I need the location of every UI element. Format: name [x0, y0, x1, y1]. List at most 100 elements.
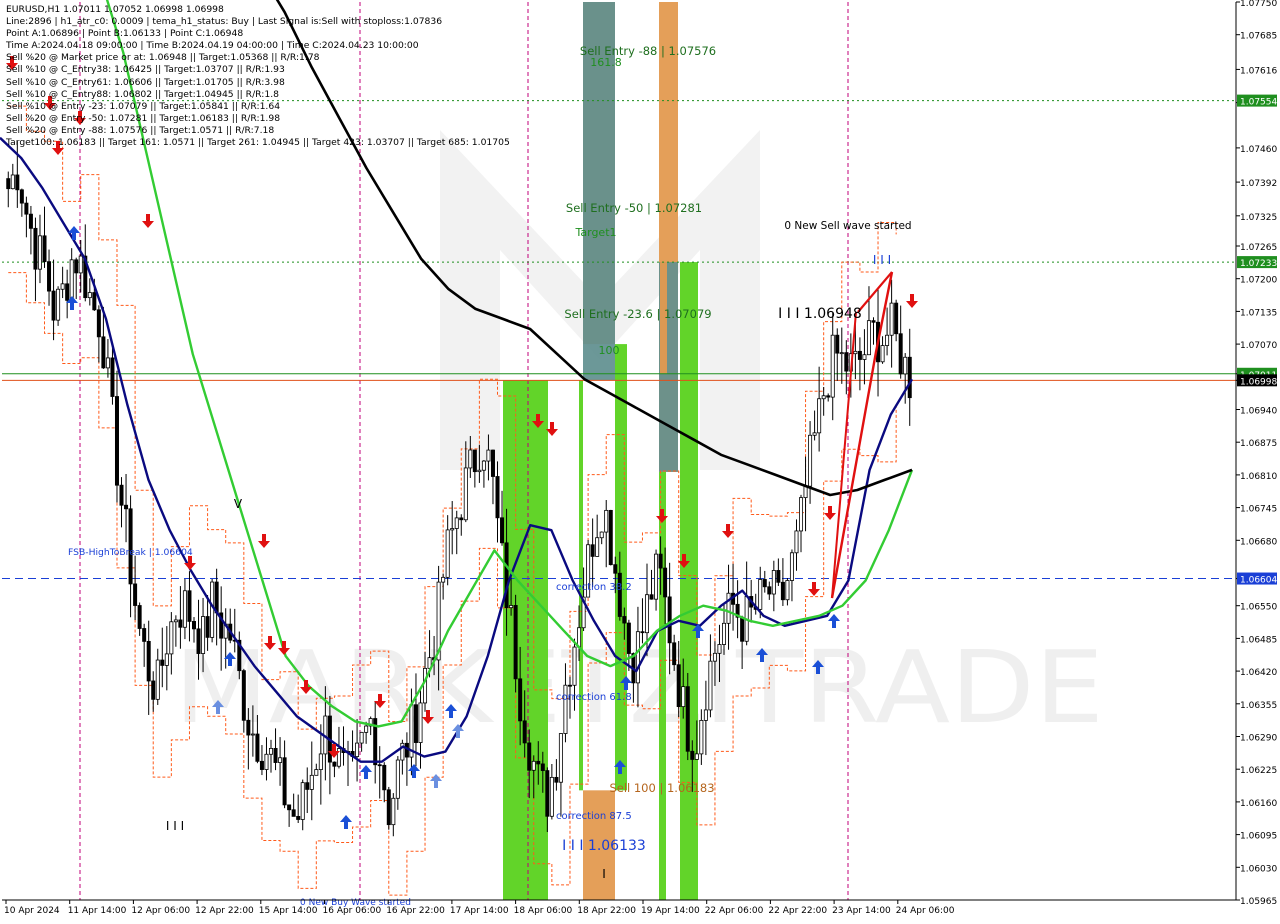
bear-candle: [518, 678, 523, 722]
bear-candle: [110, 357, 115, 397]
bear-candle: [178, 619, 183, 628]
bear-candle: [857, 350, 862, 360]
bull-candle: [604, 509, 609, 533]
bear-candle: [590, 544, 595, 557]
time-tick-label: 18 Apr 06:00: [514, 906, 573, 916]
time-tick-label: 12 Apr 06:00: [131, 906, 190, 916]
bull-candle: [853, 350, 858, 355]
bull-candle: [423, 667, 428, 704]
bear-candle: [685, 686, 690, 752]
time-tick-label: 17 Apr 14:00: [450, 906, 509, 916]
bear-candle: [649, 594, 654, 600]
price-tick-label: 1.06420: [1240, 668, 1277, 678]
bull-candle: [803, 485, 808, 499]
bull-candle: [558, 733, 563, 783]
bear-candle: [287, 804, 292, 811]
bull-candle: [318, 753, 323, 770]
bear-candle: [33, 227, 38, 270]
bear-candle: [305, 782, 310, 790]
bear-candle: [622, 616, 627, 624]
bull-candle: [821, 395, 826, 400]
bull-candle: [418, 702, 423, 743]
bull-candle: [182, 590, 187, 628]
chart-annotation: correction 87.5: [556, 811, 632, 822]
bull-candle: [799, 497, 804, 532]
info-line: Time A:2024.04.18 09:00:00 | Time B:2024…: [6, 40, 419, 52]
price-tick-label: 1.07460: [1240, 145, 1277, 155]
bull-candle: [78, 255, 83, 274]
bull-candle: [155, 659, 160, 700]
bear-candle: [780, 581, 785, 601]
bull-candle: [722, 622, 727, 645]
bull-candle: [264, 753, 269, 770]
time-tick-label: 22 Apr 06:00: [705, 906, 764, 916]
info-line: Point A:1.06896 | Point B:1.06133 | Poin…: [6, 28, 244, 40]
price-tick-label: 1.07616: [1240, 66, 1277, 76]
price-tick-label: 1.06030: [1240, 864, 1277, 874]
chart-annotation: Sell Entry -50 | 1.07281: [566, 201, 702, 215]
price-tick-label: 1.06745: [1240, 505, 1277, 515]
bear-candle: [19, 189, 24, 204]
info-line: Target100: 1.06183 || Target 161: 1.0571…: [6, 137, 510, 149]
info-line: Sell %20 @ Entry -50: 1.07281 || Target:…: [6, 112, 281, 124]
bull-candle: [572, 646, 577, 686]
current-price-badge-label: 1.07233: [1240, 259, 1277, 269]
info-line: Sell %10 @ Entry -23: 1.07079 || Target:…: [6, 100, 281, 112]
bear-candle: [160, 659, 165, 666]
chart-window[interactable]: MARKETZITRADE Sell Entry -88 | 1.07576 16…: [0, 0, 1280, 920]
bull-candle: [654, 553, 659, 600]
bull-candle: [391, 797, 396, 826]
price-tick-label: 1.07685: [1240, 32, 1277, 42]
bull-candle: [699, 719, 704, 755]
price-tick-label: 1.06550: [1240, 603, 1277, 613]
bull-candle: [454, 517, 459, 529]
bull-candle: [10, 174, 15, 190]
chart-annotation: I I I 1.06133: [562, 838, 646, 854]
time-tick-label: 24 Apr 06:00: [896, 906, 955, 916]
price-tick-label: 1.07750: [1240, 0, 1277, 9]
bear-candle: [92, 292, 97, 311]
bear-candle: [332, 761, 337, 767]
zone-band: [680, 262, 698, 900]
bull-candle: [60, 283, 65, 290]
bull-candle: [889, 302, 894, 336]
price-tick-label: 1.06875: [1240, 439, 1277, 449]
bull-candle: [56, 288, 61, 321]
bear-candle: [835, 334, 840, 354]
bear-candle: [191, 621, 196, 630]
bear-candle: [898, 333, 903, 375]
info-line: Line:2896 | h1_atr_c0: 0.0009 | tema_h1_…: [6, 16, 443, 28]
chart-annotation: Target1: [574, 226, 616, 239]
price-tick-label: 1.06290: [1240, 733, 1277, 743]
bear-candle: [658, 553, 663, 569]
bull-candle: [703, 709, 708, 721]
bull-candle: [808, 434, 813, 487]
bear-candle: [490, 449, 495, 477]
bull-candle: [880, 345, 885, 363]
bear-candle: [101, 336, 106, 369]
bull-candle: [201, 616, 206, 654]
bear-candle: [119, 484, 124, 506]
bear-candle: [513, 605, 518, 680]
bear-candle: [617, 572, 622, 617]
bear-candle: [667, 596, 672, 644]
zone-band: [503, 380, 548, 900]
bear-candle: [205, 616, 210, 638]
bull-candle: [708, 660, 713, 711]
bear-candle: [663, 567, 668, 598]
bear-candle: [626, 622, 631, 654]
bull-candle: [481, 460, 486, 471]
bear-candle: [545, 770, 550, 817]
bear-candle: [47, 261, 52, 292]
price-tick-label: 1.07135: [1240, 308, 1277, 318]
bear-candle: [273, 748, 278, 763]
bull-candle: [269, 748, 274, 755]
bull-candle: [694, 753, 699, 760]
chart-annotation: 100: [599, 344, 620, 357]
bear-candle: [255, 733, 260, 762]
bear-candle: [96, 309, 101, 338]
chart-annotation: correction 61.8: [556, 692, 632, 703]
chart-annotation: correction 38.2: [556, 582, 632, 593]
time-tick-label: 19 Apr 14:00: [641, 906, 700, 916]
bear-candle: [907, 356, 912, 399]
